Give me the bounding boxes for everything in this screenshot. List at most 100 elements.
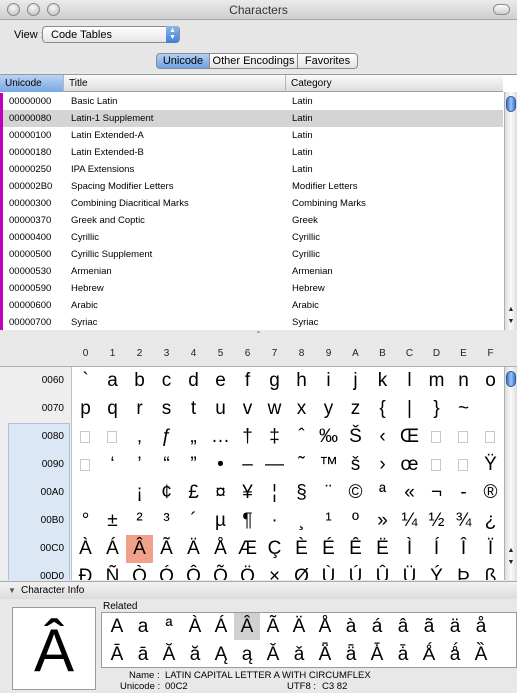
table-row[interactable]: 00000180 Latin Extended-B Latin [0,144,503,161]
glyph-cell[interactable]: ¬ [423,479,450,507]
glyph-cell[interactable]: ‰ [315,423,342,451]
glyph-cell[interactable]: Í [423,535,450,563]
glyph-cell[interactable]: y [315,395,342,423]
related-character[interactable]: Ǡ [364,641,390,668]
glyph-cell[interactable] [72,479,99,507]
glyph-cell[interactable]: ´ [180,507,207,535]
related-character[interactable]: Ä [286,613,312,640]
glyph-cell[interactable]: ‘ [99,451,126,479]
glyph-cell[interactable]: Š [342,423,369,451]
glyph-cell[interactable]: œ [396,451,423,479]
related-character[interactable]: Ǎ [260,641,286,668]
table-scrollbar[interactable]: ▲ ▼ [504,92,517,331]
glyph-cell[interactable]: ° [72,507,99,535]
glyph-cell[interactable]: ¨ [315,479,342,507]
glyph-cell[interactable]: ½ [423,507,450,535]
glyph-cell[interactable]: ¥ [234,479,261,507]
glyph-cell[interactable]: ‡ [261,423,288,451]
glyph-cell[interactable]: Î [450,535,477,563]
glyph-cell[interactable]: † [234,423,261,451]
glyph-cell[interactable]: Ï [477,535,504,563]
tab-unicode[interactable]: Unicode [156,53,210,69]
glyph-cell[interactable]: } [423,395,450,423]
table-row[interactable]: 00000400 Cyrillic Cyrillic [0,229,503,246]
glyph-cell[interactable]: È [288,535,315,563]
glyph-cell[interactable]: Ê [342,535,369,563]
glyph-cell[interactable]: h [288,367,315,395]
glyph-cell[interactable]: × [261,563,288,580]
glyph-cell[interactable]: q [99,395,126,423]
related-character[interactable]: Ā [104,641,130,668]
glyph-cell[interactable]: £ [180,479,207,507]
glyph-cell[interactable]: ¢ [153,479,180,507]
control-char-placeholder[interactable] [458,459,468,471]
glyph-cell[interactable]: Ç [261,535,288,563]
glyph-cell[interactable]: s [153,395,180,423]
table-row[interactable]: 00000530 Armenian Armenian [0,263,503,280]
glyph-cell[interactable]: u [207,395,234,423]
glyph-cell[interactable]: « [396,479,423,507]
glyph-cell[interactable]: ¡ [126,479,153,507]
related-character[interactable]: ǻ [442,641,468,668]
glyph-cell[interactable]: ¸ [288,507,315,535]
table-row[interactable]: 00000590 Hebrew Hebrew [0,280,503,297]
related-character[interactable]: Ǻ [416,641,442,668]
related-character[interactable]: Ă [156,641,182,668]
glyph-cell[interactable]: ¦ [261,479,288,507]
glyph-cell[interactable]: ƒ [153,423,180,451]
glyph-cell[interactable]: Á [99,535,126,563]
glyph-cell[interactable] [99,479,126,507]
glyph-cell[interactable]: ˜ [288,451,315,479]
glyph-cell[interactable]: t [180,395,207,423]
control-char-placeholder[interactable] [431,459,441,471]
related-character[interactable]: â [390,613,416,640]
glyph-cell[interactable]: º [342,507,369,535]
toolbar-toggle-button[interactable] [493,4,510,15]
glyph-cell[interactable]: Û [369,563,396,580]
glyph-cell[interactable]: ± [99,507,126,535]
glyph-cell[interactable]: Ë [369,535,396,563]
glyph-cell[interactable]: ~ [450,395,477,423]
table-row[interactable]: 00000370 Greek and Coptic Greek [0,212,503,229]
glyph-cell[interactable]: · [261,507,288,535]
glyph-cell[interactable]: § [288,479,315,507]
related-character[interactable]: Ą [208,641,234,668]
glyph-cell[interactable]: f [234,367,261,395]
glyph-cell[interactable]: ¾ [450,507,477,535]
table-row[interactable]: 00000600 Arabic Arabic [0,297,503,314]
table-scroll-thumb[interactable] [506,96,516,112]
glyph-cell[interactable]: Ü [396,563,423,580]
glyph-cell[interactable]: x [288,395,315,423]
glyph-cell[interactable]: ¤ [207,479,234,507]
glyph-cell[interactable]: ² [126,507,153,535]
glyph-cell[interactable]: ’ [126,451,153,479]
glyph-cell[interactable]: v [234,395,261,423]
character-info-disclosure[interactable]: ▼ Character Info [0,581,517,599]
glyph-cell[interactable]: | [396,395,423,423]
related-character[interactable]: Å [312,613,338,640]
glyph-cell[interactable]: n [450,367,477,395]
table-row[interactable]: 00000300 Combining Diacritical Marks Combi… [0,195,503,212]
glyph-cell[interactable]: ˆ [288,423,315,451]
table-row[interactable]: 00000500 Cyrillic Supplement Cyrillic [0,246,503,263]
glyph-cell[interactable]: a [99,367,126,395]
glyph-cell[interactable]: ¹ [315,507,342,535]
glyph-cell[interactable]: Ÿ [477,451,504,479]
glyph-scroll-down-arrow-icon[interactable]: ▼ [505,559,517,570]
table-row[interactable]: 00000250 IPA Extensions Latin [0,161,503,178]
glyph-cell[interactable]: ` [72,367,99,395]
glyph-cell[interactable]: ¼ [396,507,423,535]
column-header-category[interactable]: Category [286,75,503,92]
related-character[interactable]: Ã [260,613,286,640]
related-character[interactable]: ä [442,613,468,640]
table-row[interactable]: 00000000 Basic Latin Latin [0,93,503,110]
glyph-cell[interactable]: š [342,451,369,479]
glyph-cell[interactable]: z [342,395,369,423]
glyph-cell[interactable]: m [423,367,450,395]
glyph-cell[interactable]: ¶ [234,507,261,535]
glyph-cell[interactable]: l [396,367,423,395]
glyph-cell[interactable]: p [72,395,99,423]
tab-other-encodings[interactable]: Other Encodings [210,53,298,69]
glyph-cell[interactable]: – [234,451,261,479]
control-char-placeholder[interactable] [80,431,90,443]
